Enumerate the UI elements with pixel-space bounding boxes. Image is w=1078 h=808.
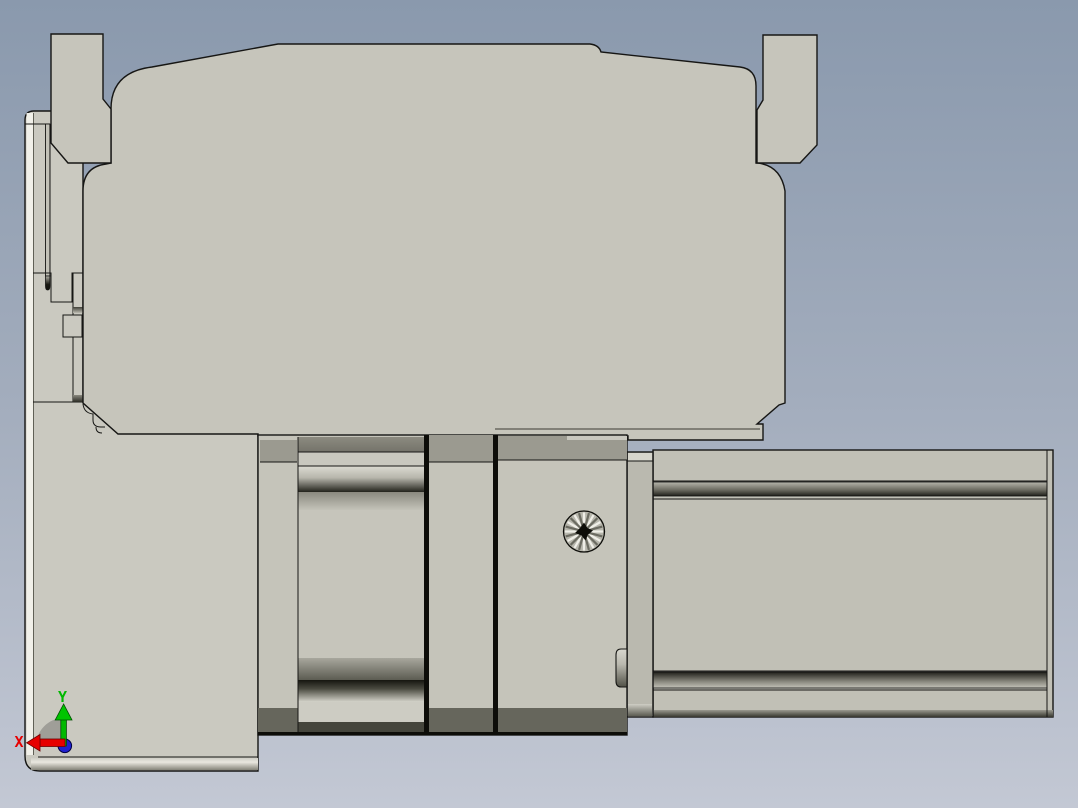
carriage-separator-1 xyxy=(424,435,429,735)
carriage-separator-2 xyxy=(493,435,498,735)
screw-head[interactable] xyxy=(562,510,606,553)
carriage-mid-bottom-band xyxy=(429,708,493,733)
carriage-slot xyxy=(297,437,424,735)
cad-viewport[interactable]: X Y xyxy=(0,0,1078,808)
carriage-mid-band xyxy=(429,435,493,462)
x-axis-label: X xyxy=(14,733,23,751)
plate-edge-highlight xyxy=(26,113,33,755)
carriage-left-band xyxy=(260,440,297,462)
rail-top-groove xyxy=(652,481,1048,497)
rail-left-strip[interactable] xyxy=(626,451,654,718)
left-mount-tab[interactable] xyxy=(50,33,112,164)
rail-bottom-edge xyxy=(653,710,1053,717)
slot-rod[interactable] xyxy=(45,123,51,277)
bracket-boss xyxy=(62,314,83,338)
carriage-right-bottom-band xyxy=(498,708,627,733)
carriage-bottom-edge xyxy=(258,732,627,735)
carriage-left-bottom-band xyxy=(258,708,298,733)
carriage-band-notch xyxy=(567,436,627,440)
rail-left-top-step xyxy=(628,453,652,461)
guide-rail[interactable] xyxy=(626,449,1054,718)
slot-rod-tip xyxy=(45,275,51,291)
upper-housing[interactable] xyxy=(50,33,818,441)
right-mount-tab[interactable] xyxy=(756,34,818,164)
carriage-block[interactable] xyxy=(257,434,628,736)
cylinder-boss xyxy=(615,648,628,688)
plate-bottom-band xyxy=(31,758,258,770)
y-axis-label: Y xyxy=(58,688,67,706)
rail-bottom-groove xyxy=(652,671,1048,689)
rail-left-bottom-step xyxy=(628,704,652,716)
housing-body[interactable] xyxy=(82,43,786,441)
cad-canvas[interactable]: X Y xyxy=(0,0,1078,808)
